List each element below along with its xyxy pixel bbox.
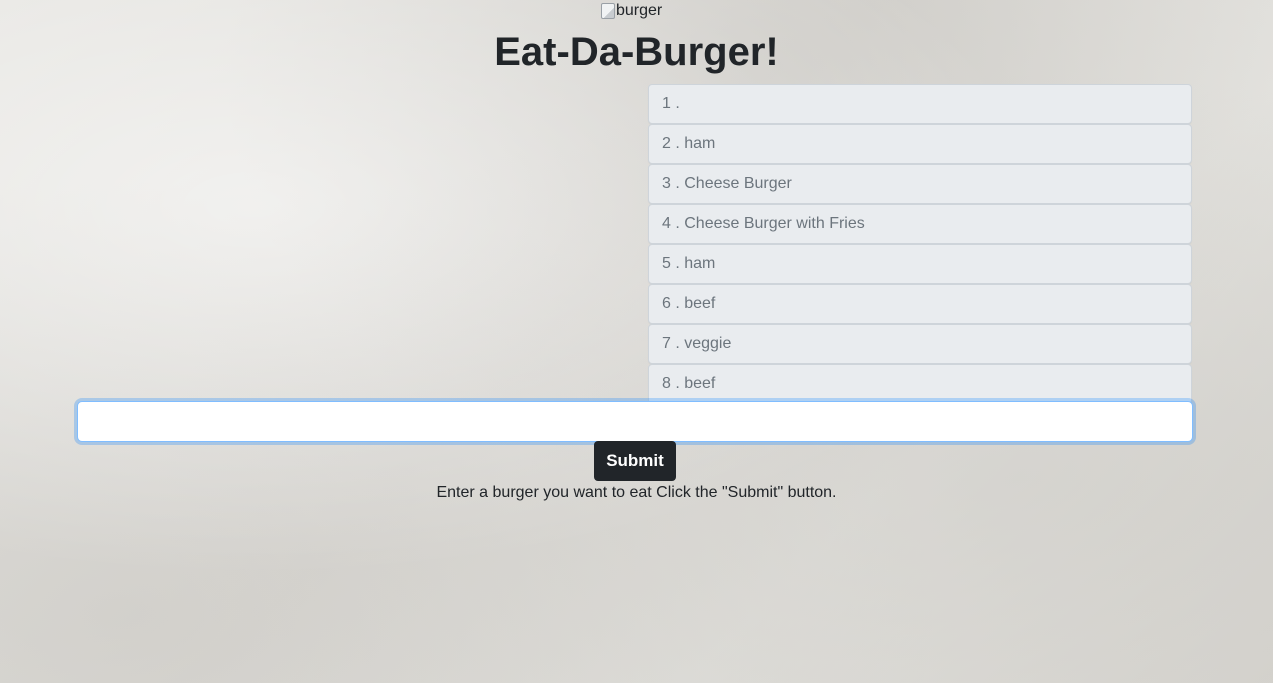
burger-name-input[interactable] — [77, 401, 1193, 442]
burger-list-item[interactable]: 3 . Cheese Burger — [648, 164, 1192, 204]
submit-button[interactable]: Submit — [594, 441, 676, 481]
burger-list-item[interactable]: 8 . beef — [648, 364, 1192, 404]
burger-list-item[interactable]: 7 . veggie — [648, 324, 1192, 364]
burger-list: 1 . 2 . ham 3 . Cheese Burger 4 . Cheese… — [648, 84, 1192, 404]
burger-list-item[interactable]: 5 . ham — [648, 244, 1192, 284]
page-title: Eat-Da-Burger! — [494, 30, 779, 74]
burger-list-item[interactable]: 4 . Cheese Burger with Fries — [648, 204, 1192, 244]
broken-image-icon — [601, 3, 615, 19]
burger-list-item[interactable]: 6 . beef — [648, 284, 1192, 324]
burger-list-item[interactable]: 2 . ham — [648, 124, 1192, 164]
burger-list-item[interactable]: 1 . — [648, 84, 1192, 124]
burger-logo-image: burger — [601, 0, 662, 22]
instructions-text: Enter a burger you want to eat Click the… — [436, 484, 837, 501]
logo-alt-text: burger — [616, 2, 663, 19]
